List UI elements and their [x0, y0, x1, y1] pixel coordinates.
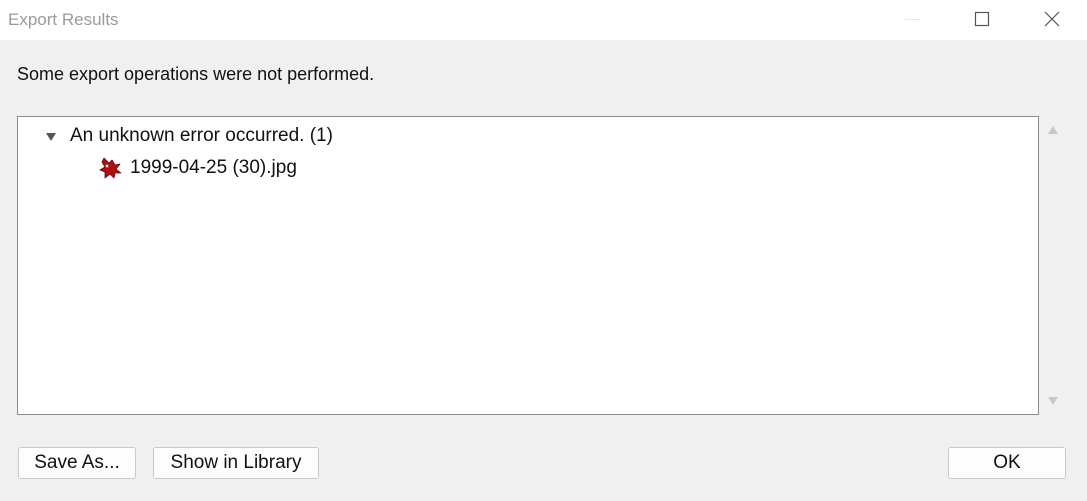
export-results-tree[interactable]: An unknown error occurred. (1) 1999-04-2… — [17, 116, 1039, 415]
window-title: Export Results — [8, 10, 119, 29]
status-message: Some export operations were not performe… — [17, 64, 375, 84]
triangle-down-icon[interactable] — [45, 131, 57, 143]
scroll-up-arrow-icon[interactable] — [1047, 125, 1059, 135]
tree-group-label: An unknown error occurred. (1) — [70, 125, 333, 146]
maximize-button[interactable] — [958, 0, 1004, 40]
scroll-down-arrow-icon[interactable] — [1047, 396, 1059, 406]
ok-button[interactable]: OK — [948, 447, 1066, 479]
tree-item-label: 1999-04-25 (30).jpg — [130, 157, 297, 178]
save-as-button[interactable]: Save As... — [18, 447, 136, 479]
maximize-icon — [974, 11, 990, 27]
minimize-button[interactable] — [889, 0, 935, 40]
error-icon — [99, 157, 122, 179]
show-in-library-button[interactable]: Show in Library — [153, 447, 319, 479]
close-button[interactable] — [1029, 0, 1075, 40]
minimize-icon — [905, 19, 920, 20]
title-bar: Export Results — [0, 0, 1087, 40]
close-icon — [1044, 11, 1060, 27]
